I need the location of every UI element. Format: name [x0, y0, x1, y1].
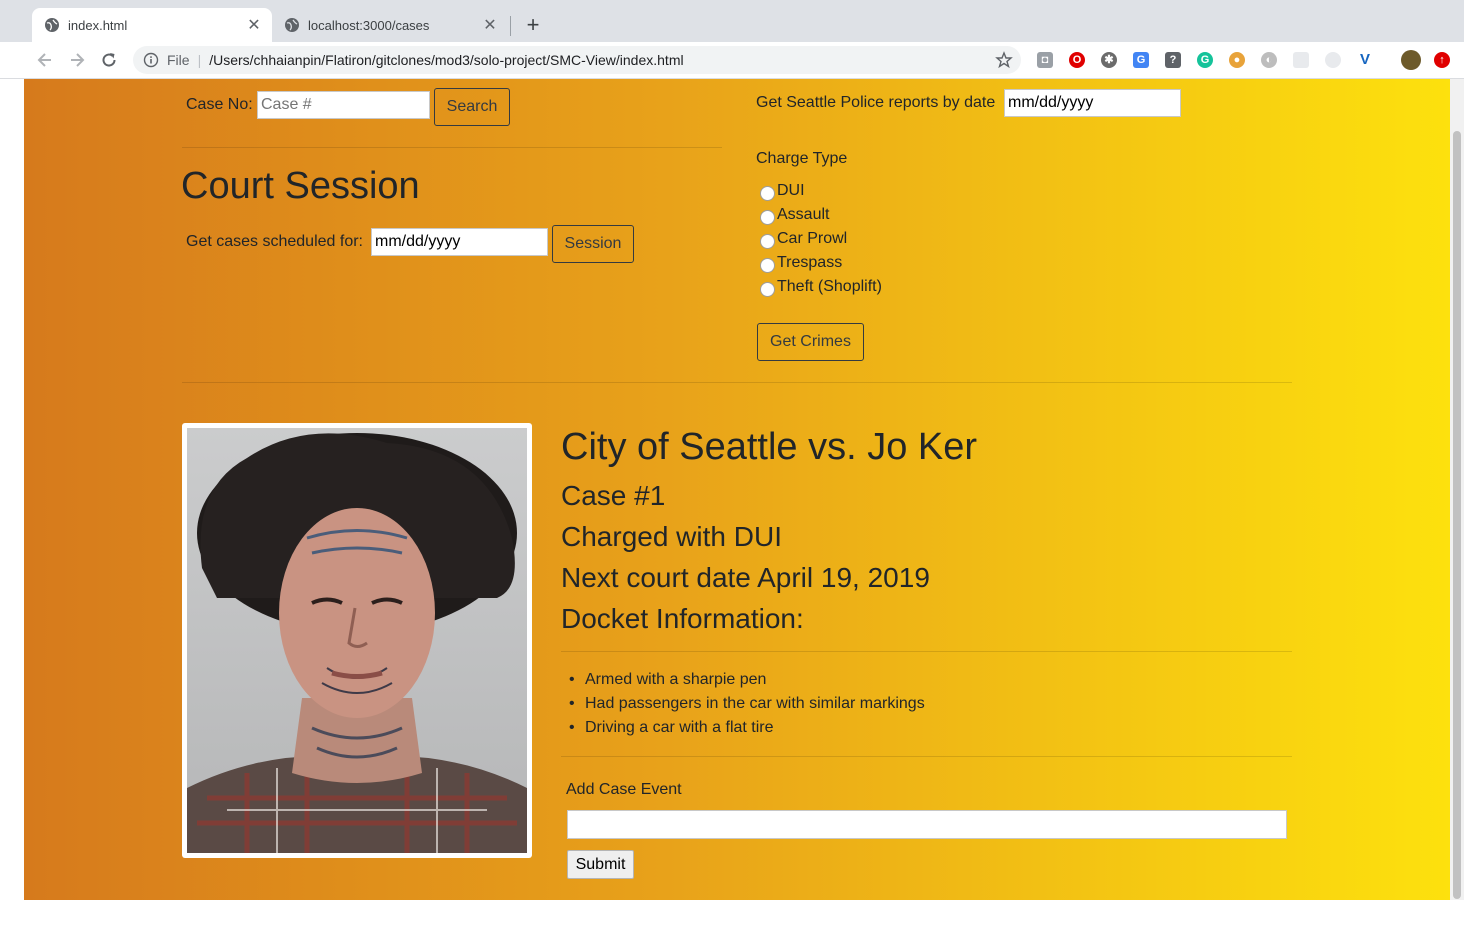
- blank-extension-icon[interactable]: [1293, 52, 1309, 68]
- radio-car-prowl[interactable]: Car Prowl: [760, 228, 847, 250]
- add-case-event-label: Add Case Event: [566, 781, 682, 798]
- forward-arrow-icon[interactable]: [67, 50, 87, 70]
- list-item: Armed with a sharpie pen: [569, 671, 766, 689]
- url-text[interactable]: /Users/chhaianpin/Flatiron/gitclones/mod…: [209, 52, 683, 68]
- tab-title: index.html: [68, 17, 128, 33]
- radio-button[interactable]: [760, 233, 775, 249]
- next-court-date: Next court date April 19, 2019: [561, 562, 930, 593]
- vue-icon[interactable]: V: [1357, 52, 1373, 68]
- back-arrow-icon[interactable]: [35, 50, 55, 70]
- divider: [182, 382, 1292, 383]
- submit-button[interactable]: Submit: [567, 850, 634, 879]
- info-icon[interactable]: [143, 52, 159, 68]
- tab-separator: [510, 16, 511, 36]
- radio-trespass[interactable]: Trespass: [760, 252, 842, 274]
- charge-text: Charged with DUI: [561, 521, 782, 552]
- session-date-label: Get cases scheduled for:: [186, 233, 363, 250]
- page-content: Case No: Case # Search Court Session Get…: [24, 79, 1450, 900]
- camera-icon[interactable]: ◘: [1037, 52, 1053, 68]
- tab-title: localhost:3000/cases: [308, 17, 430, 33]
- case-event-input[interactable]: [567, 810, 1287, 839]
- radio-button[interactable]: [760, 281, 775, 297]
- session-button[interactable]: Session: [552, 225, 634, 263]
- divider: [561, 651, 1292, 652]
- red-alert-icon[interactable]: ↑: [1434, 52, 1450, 68]
- url-separator: |: [197, 52, 202, 68]
- google-translate-icon[interactable]: G: [1133, 52, 1149, 68]
- avatar-icon[interactable]: [1401, 50, 1421, 70]
- browser-tab-bar: index.html ✕ localhost:3000/cases ✕ +: [0, 0, 1464, 42]
- list-item: Had passengers in the car with similar m…: [569, 695, 925, 713]
- grammarly-icon[interactable]: G: [1197, 52, 1213, 68]
- page-scrollbar[interactable]: [1450, 79, 1464, 900]
- police-date-input[interactable]: mm/dd/yyyy: [1004, 89, 1181, 117]
- get-crimes-button[interactable]: Get Crimes: [757, 323, 864, 361]
- radio-theft-shoplift[interactable]: Theft (Shoplift): [760, 276, 882, 298]
- reload-icon[interactable]: [99, 50, 119, 70]
- radio-assault[interactable]: Assault: [760, 204, 829, 226]
- radio-button[interactable]: [760, 209, 775, 225]
- browser-toolbar: File | /Users/chhaianpin/Flatiron/gitclo…: [0, 42, 1464, 79]
- mugshot-frame: [182, 423, 532, 858]
- tab-index-html[interactable]: index.html ✕: [32, 8, 272, 42]
- settings-wheel-icon[interactable]: ✱: [1101, 52, 1117, 68]
- case-number-input[interactable]: Case #: [257, 91, 430, 119]
- radio-button[interactable]: [760, 257, 775, 273]
- police-date-label: Get Seattle Police reports by date: [756, 94, 996, 111]
- question-icon[interactable]: ?: [1165, 52, 1181, 68]
- court-session-title: Court Session: [181, 165, 420, 207]
- charge-type-label: Charge Type: [756, 150, 848, 167]
- search-button[interactable]: Search: [434, 88, 510, 126]
- timer-icon[interactable]: [1325, 52, 1341, 68]
- cookie-icon[interactable]: ●: [1229, 52, 1245, 68]
- case-number: Case #1: [561, 480, 666, 511]
- docket-heading: Docket Information:: [561, 603, 804, 634]
- case-title: City of Seattle vs. Jo Ker: [561, 426, 978, 468]
- new-tab-icon[interactable]: +: [522, 12, 544, 38]
- close-icon[interactable]: ✕: [480, 15, 500, 35]
- close-icon[interactable]: ✕: [244, 15, 264, 35]
- radio-button[interactable]: [760, 185, 775, 201]
- globe-icon: [44, 17, 60, 33]
- scrollbar-thumb[interactable]: [1453, 131, 1461, 899]
- globe-icon: [284, 17, 300, 33]
- radio-label: Theft (Shoplift): [777, 278, 882, 295]
- radio-label: DUI: [777, 182, 805, 199]
- bookmark-star-icon[interactable]: [995, 51, 1013, 69]
- radio-label: Assault: [777, 206, 830, 223]
- shield-icon[interactable]: ◐: [1261, 52, 1277, 68]
- divider: [561, 756, 1292, 757]
- session-date-input[interactable]: mm/dd/yyyy: [371, 228, 548, 256]
- divider: [182, 147, 722, 148]
- radio-label: Trespass: [777, 254, 843, 271]
- opera-icon[interactable]: O: [1069, 52, 1085, 68]
- list-item: Driving a car with a flat tire: [569, 719, 773, 737]
- scheme-label: File: [167, 52, 190, 68]
- radio-dui[interactable]: DUI: [760, 180, 805, 202]
- mugshot-photo: [187, 428, 527, 853]
- radio-label: Car Prowl: [777, 230, 848, 247]
- address-bar[interactable]: File | /Users/chhaianpin/Flatiron/gitclo…: [133, 46, 1021, 74]
- case-no-label: Case No:: [186, 96, 253, 113]
- tab-localhost-cases[interactable]: localhost:3000/cases ✕: [272, 8, 508, 42]
